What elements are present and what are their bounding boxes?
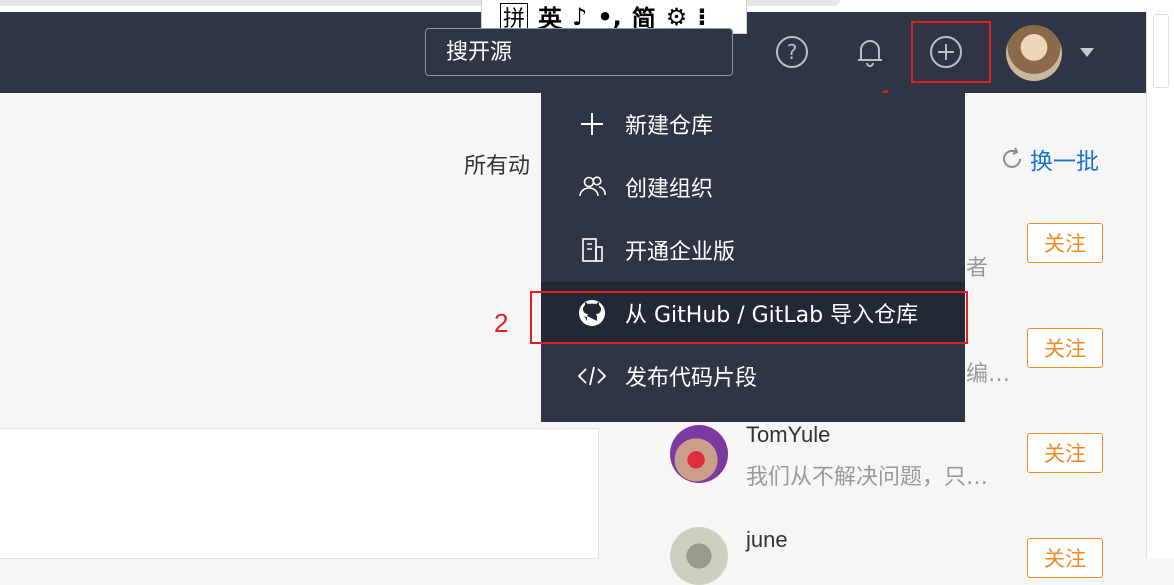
scrollbar-thumb[interactable] <box>1153 14 1169 88</box>
content-card <box>0 428 599 559</box>
activity-label: 所有动 <box>464 154 531 179</box>
refresh-button[interactable]: 换一批 <box>1000 142 1099 176</box>
user-desc: 我们从不解决问题，只… <box>746 465 989 490</box>
user-avatar[interactable] <box>670 527 728 585</box>
follow-button[interactable]: 关注 <box>1027 223 1103 263</box>
menu-item-enterprise[interactable]: 开通企业版 <box>541 219 965 281</box>
menu-item-label: 新建仓库 <box>625 114 714 139</box>
user-avatar[interactable] <box>670 425 728 483</box>
user-name[interactable]: june <box>746 527 788 553</box>
vertical-scrollbar[interactable] <box>1146 12 1174 559</box>
add-button-highlight <box>911 21 991 83</box>
group-icon <box>575 170 609 204</box>
menu-item-label: 创建组织 <box>625 177 714 202</box>
svg-text:?: ? <box>787 40 798 64</box>
follow-button[interactable]: 关注 <box>1027 328 1103 368</box>
create-dropdown-menu: 新建仓库 创建组织 开通企业版 从 GitHub / GitLab 导入仓库 发… <box>541 93 965 422</box>
refresh-label: 换一批 <box>1030 149 1099 175</box>
plus-icon <box>575 107 609 141</box>
follow-button[interactable]: 关注 <box>1027 433 1103 473</box>
ime-more-icon[interactable]: ⁝ <box>697 3 706 31</box>
ime-note-icon[interactable]: ♪ <box>572 3 587 31</box>
user-desc-peek-1: 者 <box>966 256 989 281</box>
menu-item-label: 开通企业版 <box>625 240 736 265</box>
refresh-icon <box>1003 147 1021 168</box>
search-input[interactable] <box>425 28 733 76</box>
menu-item-publish-snippet[interactable]: 发布代码片段 <box>541 345 965 407</box>
menu-item-create-org[interactable]: 创建组织 <box>541 156 965 218</box>
follow-button[interactable]: 关注 <box>1027 538 1103 578</box>
menu-item-new-repo[interactable]: 新建仓库 <box>541 93 965 155</box>
caret-down-icon[interactable] <box>1080 48 1094 57</box>
avatar[interactable] <box>1006 25 1062 81</box>
menu-item-label: 发布代码片段 <box>625 366 758 391</box>
ime-punct-icon[interactable]: •, <box>597 3 621 31</box>
ime-mode-box[interactable]: 拼 <box>500 2 528 32</box>
help-icon[interactable]: ? <box>774 34 810 70</box>
user-desc-peek-2: 编… <box>966 362 1011 387</box>
code-icon <box>575 359 609 393</box>
annotation-marker-2: 2 <box>494 308 509 338</box>
user-name[interactable]: TomYule <box>746 422 830 448</box>
bell-icon[interactable] <box>852 34 888 70</box>
building-icon <box>575 233 609 267</box>
import-item-highlight <box>530 291 968 344</box>
ime-gear-icon[interactable]: ⚙ <box>666 3 688 31</box>
